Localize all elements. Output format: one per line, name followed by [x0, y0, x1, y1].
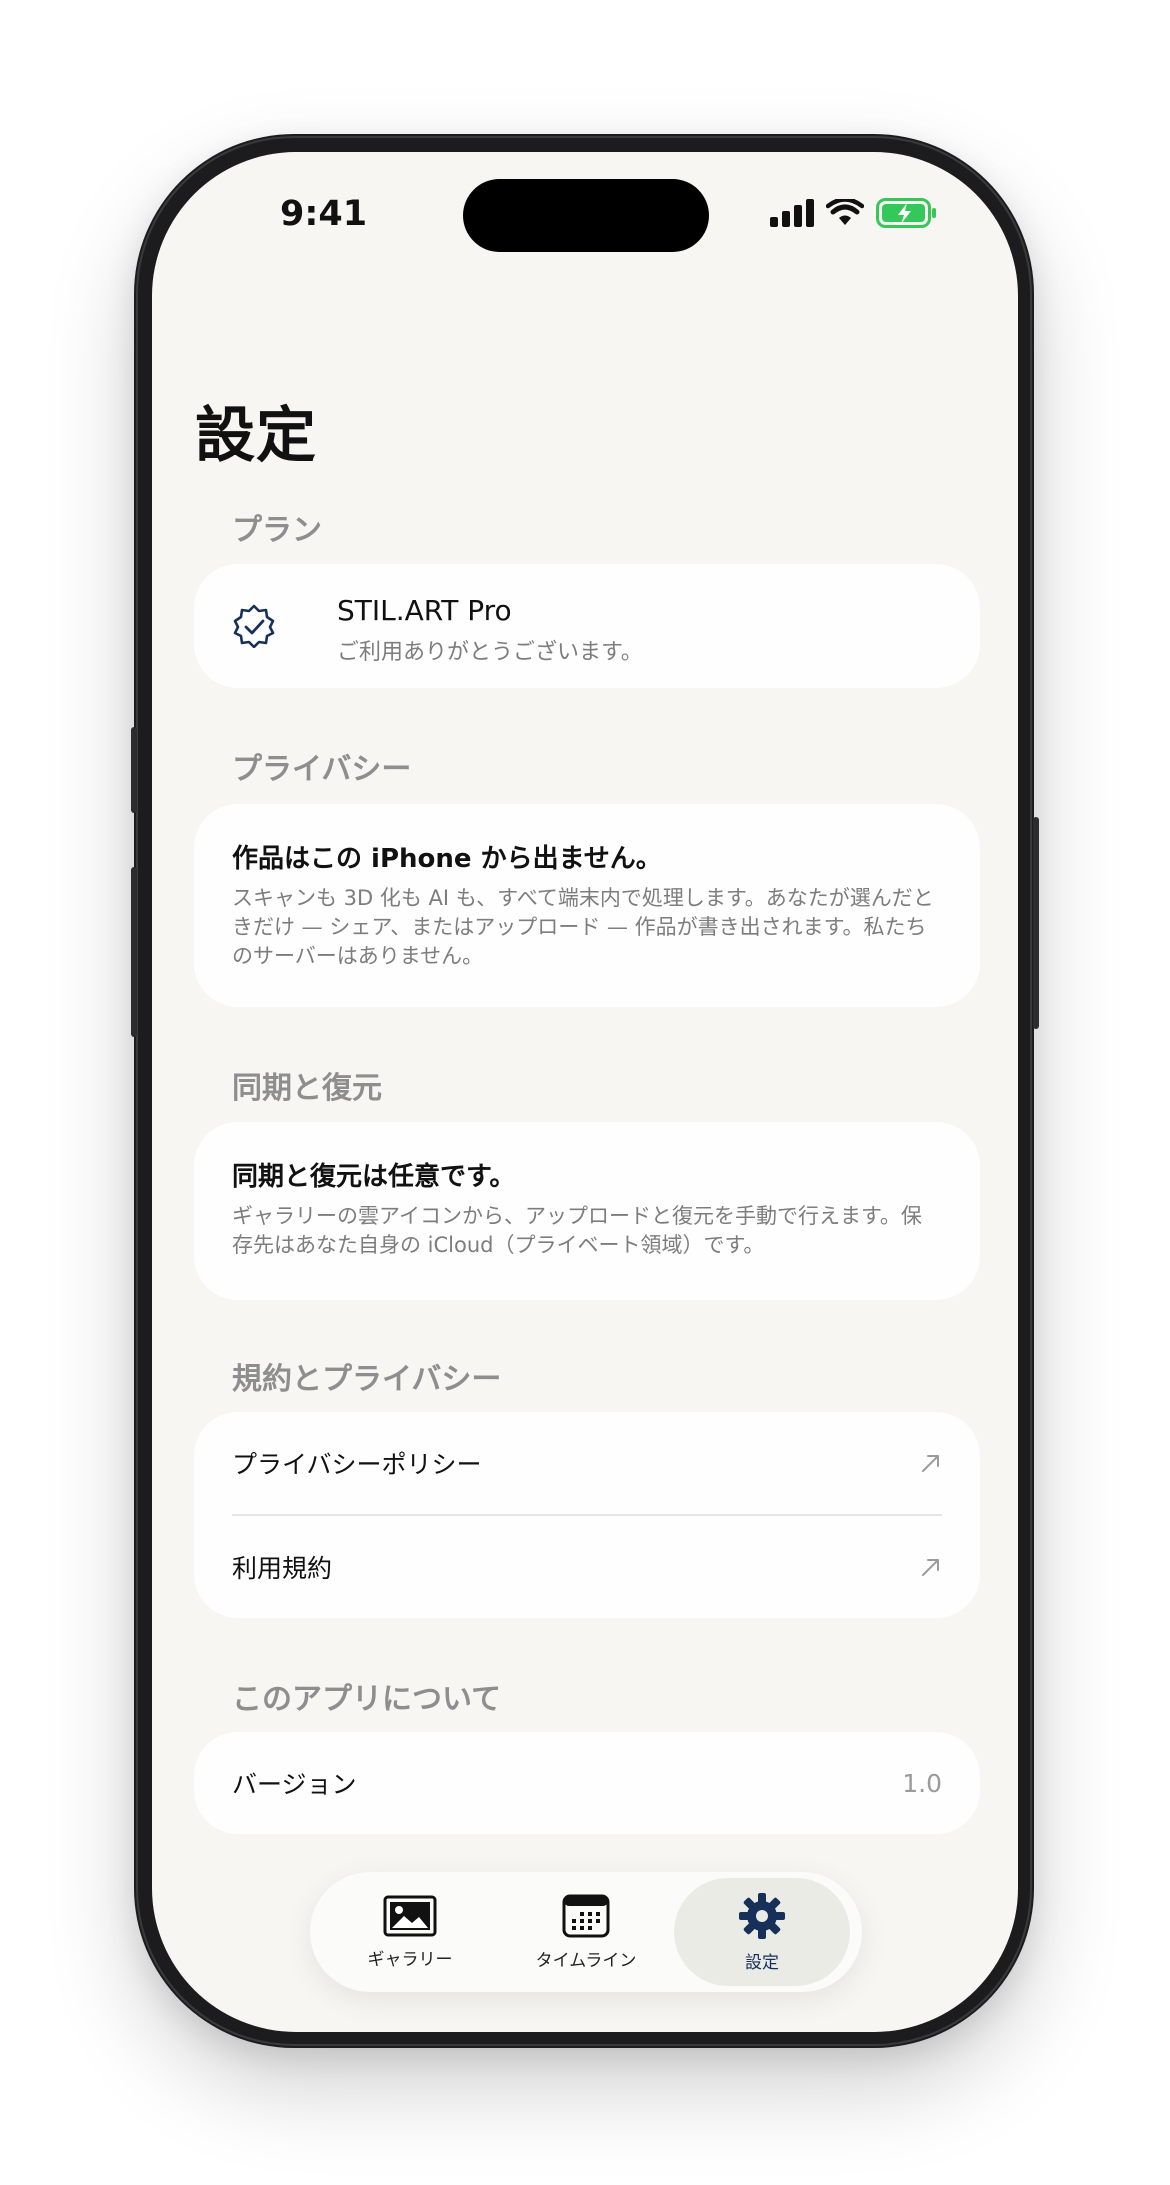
- version-label: バージョン: [232, 1770, 357, 1799]
- tab-timeline-label: タイムライン: [535, 1950, 637, 1971]
- battery-charging-icon: [876, 198, 936, 228]
- power-button: [1033, 817, 1039, 1029]
- photo-icon: [383, 1895, 437, 1936]
- privacy-policy-link[interactable]: プライバシーポリシー: [232, 1412, 942, 1514]
- privacy-title: 作品はこの iPhone から出ません。: [232, 844, 662, 874]
- privacy-policy-label: プライバシーポリシー: [232, 1450, 482, 1479]
- tab-settings[interactable]: 設定: [674, 1878, 850, 1986]
- calendar-icon: [562, 1894, 610, 1937]
- wifi-icon: [826, 199, 864, 225]
- privacy-body: スキャンも 3D 化も AI も、すべて端末内で処理します。あなたが選んだときだ…: [232, 886, 934, 968]
- sync-card: 同期と復元は任意です。 ギャラリーの雲アイコンから、アップロードと復元を手動で行…: [194, 1122, 980, 1300]
- plan-card[interactable]: STIL.ART Pro ご利用ありがとうございます。: [194, 564, 980, 688]
- section-header-plan: プラン: [232, 513, 322, 548]
- volume-button: [131, 867, 137, 1037]
- plan-title: STIL.ART Pro: [337, 594, 512, 627]
- gear-icon: [739, 1892, 785, 1939]
- section-header-legal: 規約とプライバシー: [232, 1362, 502, 1397]
- cellular-signal-icon: [770, 199, 814, 227]
- external-link-arrow-icon: [922, 1559, 939, 1576]
- device-mockup: 9:41 設定 プラン STIL.ART Pro ご利用ありがとうございます。 …: [0, 0, 1170, 2185]
- legal-card: プライバシーポリシー 利用規約: [194, 1412, 980, 1618]
- page-title: 設定: [195, 401, 317, 471]
- verified-badge-icon: [233, 604, 275, 648]
- mute-switch: [131, 727, 137, 813]
- external-link-arrow-icon: [922, 1455, 939, 1472]
- tab-gallery[interactable]: ギャラリー: [322, 1878, 498, 1986]
- sync-body: ギャラリーの雲アイコンから、アップロードと復元を手動で行えます。保存先はあなた自…: [232, 1204, 922, 1257]
- plan-subtitle: ご利用ありがとうございます。: [337, 640, 643, 665]
- app-screen: 9:41 設定 プラン STIL.ART Pro ご利用ありがとうございます。 …: [152, 152, 1018, 2032]
- sync-title: 同期と復元は任意です。: [232, 1162, 516, 1192]
- dynamic-island: [463, 179, 709, 252]
- section-header-sync: 同期と復元: [232, 1071, 382, 1106]
- section-header-about: このアプリについて: [232, 1682, 502, 1717]
- tab-settings-label: 設定: [745, 1952, 779, 1973]
- section-header-privacy: プライバシー: [232, 752, 412, 787]
- status-time: 9:41: [280, 194, 368, 234]
- tab-bar: ギャラリー タイムライン 設定: [310, 1872, 862, 1992]
- status-icons: [770, 198, 938, 228]
- privacy-card: 作品はこの iPhone から出ません。 スキャンも 3D 化も AI も、すべ…: [194, 804, 980, 1007]
- version-row: バージョン 1.0: [232, 1732, 942, 1834]
- version-value: 1.0: [902, 1768, 942, 1798]
- tab-gallery-label: ギャラリー: [367, 1949, 453, 1970]
- tab-timeline[interactable]: タイムライン: [498, 1878, 674, 1986]
- terms-of-service-link[interactable]: 利用規約: [232, 1516, 942, 1618]
- terms-label: 利用規約: [232, 1554, 333, 1583]
- about-card: バージョン 1.0: [194, 1732, 980, 1834]
